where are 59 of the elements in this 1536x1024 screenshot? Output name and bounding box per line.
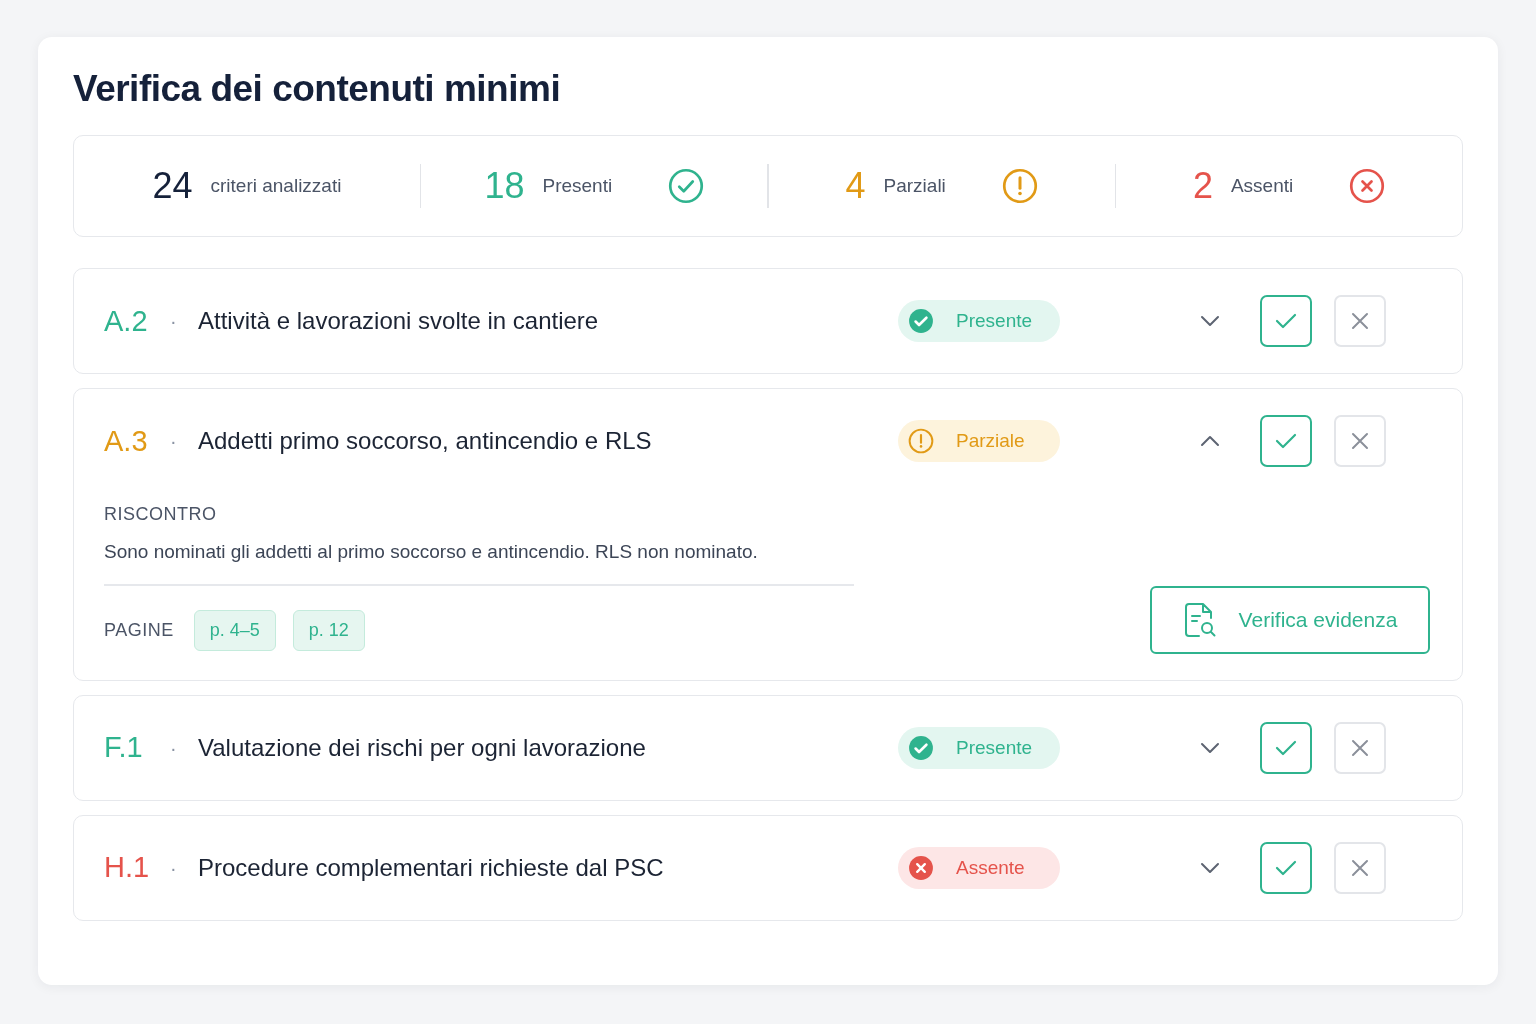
page-tag: p. 12	[292, 610, 365, 652]
verify-evidence-button[interactable]: Verifica evidenza	[1150, 585, 1430, 654]
criterion-title: Addetti primo soccorso, antincendio e RLS	[198, 426, 653, 457]
close-icon	[1351, 858, 1369, 877]
check-circle-icon	[668, 168, 705, 205]
reject-button[interactable]	[1334, 721, 1386, 774]
count-label: Parziali	[883, 174, 946, 199]
x-circle-icon	[1349, 168, 1386, 205]
count-value: 2	[1192, 164, 1213, 209]
status-label: Parziale	[956, 429, 1025, 454]
chevron-down-icon[interactable]	[1200, 741, 1220, 754]
approve-button[interactable]	[1260, 721, 1312, 774]
approve-button[interactable]	[1260, 841, 1312, 894]
check-icon	[1275, 433, 1297, 450]
exclamation-circle-icon	[908, 428, 934, 455]
check-circle-icon	[908, 308, 934, 335]
page-tag: p. 4–5	[193, 610, 276, 652]
close-icon	[1351, 738, 1369, 757]
separator-dot: ·	[170, 309, 178, 335]
reject-button[interactable]	[1334, 841, 1386, 894]
close-icon	[1351, 432, 1369, 451]
count-label: Assenti	[1230, 174, 1294, 199]
status-label: Assente	[956, 855, 1025, 880]
reject-button[interactable]	[1334, 415, 1386, 468]
criterion-code: A.3	[104, 423, 149, 459]
criterion-code: A.2	[104, 303, 149, 339]
document-search-icon	[1182, 601, 1217, 638]
count-label: criteri analizzati	[210, 174, 342, 199]
check-circle-icon	[908, 734, 934, 761]
separator-dot: ·	[170, 429, 178, 455]
count-value: 4	[845, 164, 866, 209]
check-icon	[1275, 739, 1297, 756]
finding-text: Sono nominati gli addetti al primo soccorso e antincendio. RLS non nominato.	[104, 540, 759, 565]
criterion-title: Valutazione dei rischi per ogni lavorazione	[198, 732, 647, 763]
approve-button[interactable]	[1260, 415, 1312, 468]
separator-dot: ·	[170, 735, 178, 761]
status-label: Presente	[956, 309, 1033, 334]
check-icon	[1275, 859, 1297, 876]
page-title: Verifica dei contenuti minimi	[73, 67, 562, 111]
separator-dot: ·	[170, 855, 178, 881]
count-label: Presenti	[542, 174, 613, 199]
section-heading: RISCONTRO	[104, 503, 218, 527]
chevron-down-icon[interactable]	[1200, 861, 1220, 874]
reject-button[interactable]	[1334, 295, 1386, 348]
chevron-down-icon[interactable]	[1200, 315, 1220, 328]
count-value: 24	[152, 164, 193, 209]
chevron-up-icon[interactable]	[1200, 435, 1220, 448]
close-icon	[1351, 312, 1369, 331]
check-icon	[1275, 313, 1297, 330]
pages-label: PAGINE	[104, 619, 174, 643]
status-label: Presente	[956, 735, 1033, 760]
criterion-code: H.1	[104, 850, 151, 886]
approve-button[interactable]	[1260, 295, 1312, 348]
criterion-title: Procedure complementari richieste dal PSC	[198, 852, 665, 883]
x-circle-icon	[908, 854, 934, 881]
criterion-title: Attività e lavorazioni svolte in cantiere	[198, 306, 600, 337]
count-value: 18	[484, 164, 525, 209]
criterion-code: F.1	[104, 730, 144, 766]
exclamation-circle-icon	[1001, 168, 1038, 205]
